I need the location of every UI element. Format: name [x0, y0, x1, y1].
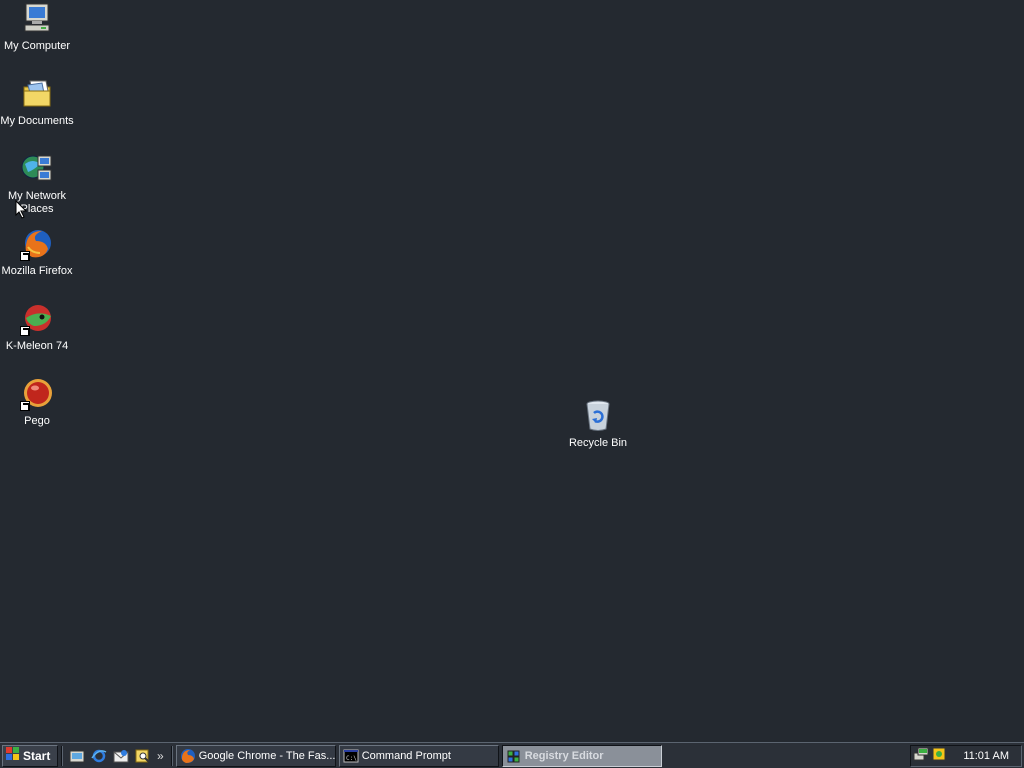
network-places-icon	[20, 152, 54, 186]
desktop-icon-label: Recycle Bin	[568, 437, 628, 449]
shortcut-arrow-icon	[20, 251, 30, 261]
taskbar-separator	[61, 745, 63, 766]
documents-folder-icon	[20, 77, 54, 111]
desktop-icon-label: Pego	[24, 415, 50, 427]
taskbar: Start » Google Chrome - The Fas... C:\ C…	[0, 742, 1024, 768]
firefox-icon	[180, 748, 196, 764]
desktop-icon-label: My Documents	[0, 115, 74, 127]
taskbar-separator	[170, 745, 173, 766]
desktop-icon-label: My Computer	[3, 40, 71, 52]
desktop-icon-my-computer[interactable]: My Computer	[0, 2, 74, 53]
search-icon[interactable]	[134, 747, 152, 765]
task-button-registry-editor[interactable]: Registry Editor	[501, 744, 662, 767]
mouse-cursor-icon	[15, 199, 28, 222]
desktop-icon-recycle-bin[interactable]: Recycle Bin	[561, 399, 635, 450]
task-button-label: Command Prompt	[361, 749, 451, 762]
k-meleon-icon	[20, 302, 54, 336]
task-button-label: Registry Editor	[524, 749, 604, 762]
start-label: Start	[23, 748, 51, 763]
computer-icon	[20, 2, 54, 36]
desktop-icon-label: My Network Places	[7, 190, 67, 215]
firefox-icon	[20, 227, 54, 261]
task-button-label: Google Chrome - The Fas...	[198, 749, 336, 762]
quick-launch-chevron[interactable]: »	[157, 749, 164, 763]
registry-editor-icon	[506, 748, 522, 764]
clock[interactable]: 11:01 AM	[963, 750, 1009, 762]
desktop-icon-pego[interactable]: Pego	[0, 377, 74, 428]
start-button[interactable]: Start	[2, 744, 58, 767]
internet-explorer-icon[interactable]	[90, 747, 108, 765]
task-button-command-prompt[interactable]: C:\ Command Prompt	[338, 744, 499, 767]
desktop-icon-label: Mozilla Firefox	[1, 265, 73, 277]
command-prompt-icon: C:\	[343, 748, 359, 764]
security-icon[interactable]	[931, 746, 947, 765]
system-tray: 11:01 AM	[910, 744, 1022, 767]
windows-logo-icon	[6, 747, 20, 764]
outlook-express-icon[interactable]	[112, 747, 130, 765]
network-icon[interactable]	[913, 746, 929, 765]
desktop-icon-k-meleon[interactable]: K-Meleon 74	[0, 302, 74, 353]
desktop-icon-my-documents[interactable]: My Documents	[0, 77, 74, 128]
desktop-icon-mozilla-firefox[interactable]: Mozilla Firefox	[0, 227, 74, 278]
pego-icon	[20, 377, 54, 411]
task-button-google-chrome[interactable]: Google Chrome - The Fas...	[175, 744, 336, 767]
shortcut-arrow-icon	[20, 401, 30, 411]
desktop[interactable]: My Computer My Documents My Network Plac…	[0, 0, 1024, 742]
svg-text:C:\: C:\	[346, 755, 357, 762]
recycle-bin-icon	[581, 399, 615, 433]
desktop-icon-label: K-Meleon 74	[5, 340, 69, 352]
desktop-icon-my-network-places[interactable]: My Network Places	[0, 152, 74, 216]
shortcut-arrow-icon	[20, 326, 30, 336]
show-desktop-icon[interactable]	[68, 747, 86, 765]
